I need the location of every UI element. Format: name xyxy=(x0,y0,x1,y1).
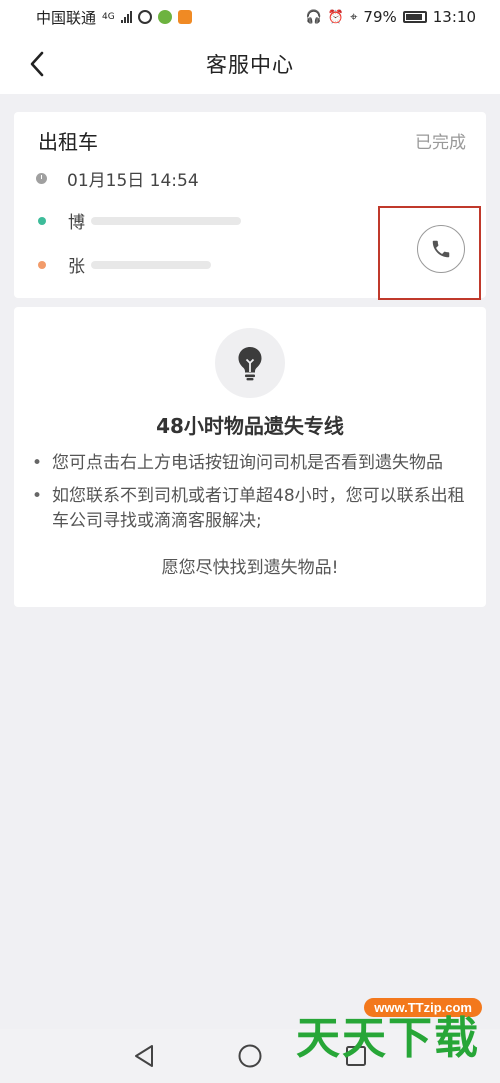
phone-icon xyxy=(432,240,450,258)
pickup-address: 博 xyxy=(68,213,85,233)
tip-text: 您可点击右上方电话按钮询问司机是否看到遗失物品 xyxy=(52,453,443,473)
bullet-icon: • xyxy=(32,453,43,473)
lost-items-title: 48小时物品遗失专线 xyxy=(156,414,344,438)
dropoff-row: 张 xyxy=(38,252,211,277)
trip-datetime: 01月15日 14:54 xyxy=(67,171,199,191)
system-back-button[interactable] xyxy=(130,1042,158,1070)
page-title: 客服中心 xyxy=(206,53,294,77)
trip-type-label: 出租车 xyxy=(38,130,98,154)
trip-status-label: 已完成 xyxy=(415,133,466,153)
blurred-address xyxy=(91,216,241,225)
lost-items-card: 48小时物品遗失专线 • 您可点击右上方电话按钮询问司机是否看到遗失物品 • 如… xyxy=(14,307,486,607)
signal-icon xyxy=(120,11,132,23)
pickup-dot-icon xyxy=(38,216,46,225)
back-button[interactable] xyxy=(22,49,52,79)
headset-icon: 🎧 xyxy=(305,9,322,25)
tip-item: • 您可点击右上方电话按钮询问司机是否看到遗失物品 xyxy=(30,451,470,476)
call-driver-button[interactable] xyxy=(417,225,465,273)
lightbulb-icon-container xyxy=(215,328,285,398)
lost-items-tips: • 您可点击右上方电话按钮询问司机是否看到遗失物品 • 如您联系不到司机或者订单… xyxy=(30,451,470,542)
tip-text: 如您联系不到司机或者订单超48小时，您可以联系出租车公司寻找或滴滴客服解决; xyxy=(52,486,465,531)
lightbulb-icon xyxy=(238,347,262,381)
clock-time: 13:10 xyxy=(432,8,476,26)
app-notification-icon xyxy=(137,10,152,24)
navigation-bar: 客服中心 xyxy=(0,34,500,94)
alarm-icon: ⏰ xyxy=(327,9,345,25)
trip-card[interactable]: 出租车 已完成 01月15日 14:54 博 张 xyxy=(14,112,486,300)
chevron-left-icon xyxy=(30,51,44,77)
dropoff-address: 张 xyxy=(68,257,85,277)
site-watermark: www.TTzip.com 天天下载 xyxy=(296,990,486,1066)
tip-item: • 如您联系不到司机或者订单超48小时，您可以联系出租车公司寻找或滴滴客服解决; xyxy=(30,484,470,534)
bullet-icon: • xyxy=(32,486,43,506)
triangle-back-icon xyxy=(135,1045,153,1067)
status-bar: 中国联通 4G 🎧 ⏰ ⌖ 79% 13:10 xyxy=(0,0,500,34)
app-notification-icon-3 xyxy=(177,10,192,24)
pickup-row: 博 xyxy=(38,208,241,233)
trip-time-row: 01月15日 14:54 xyxy=(36,166,199,191)
blurred-address xyxy=(91,260,211,269)
closing-message: 愿您尽快找到遗失物品! xyxy=(161,558,339,578)
battery-icon xyxy=(402,11,427,23)
clock-icon xyxy=(36,173,47,184)
app-notification-icon-2 xyxy=(157,10,172,24)
system-home-button[interactable] xyxy=(236,1042,264,1070)
network-label: 4G xyxy=(102,12,115,22)
carrier-label: 中国联通 xyxy=(36,8,97,27)
watermark-logo-text: 天天下载 xyxy=(296,1013,480,1064)
location-icon: ⌖ xyxy=(350,9,358,25)
battery-percent: 79% xyxy=(363,8,397,26)
dropoff-dot-icon xyxy=(38,260,46,269)
circle-home-icon xyxy=(238,1044,262,1068)
